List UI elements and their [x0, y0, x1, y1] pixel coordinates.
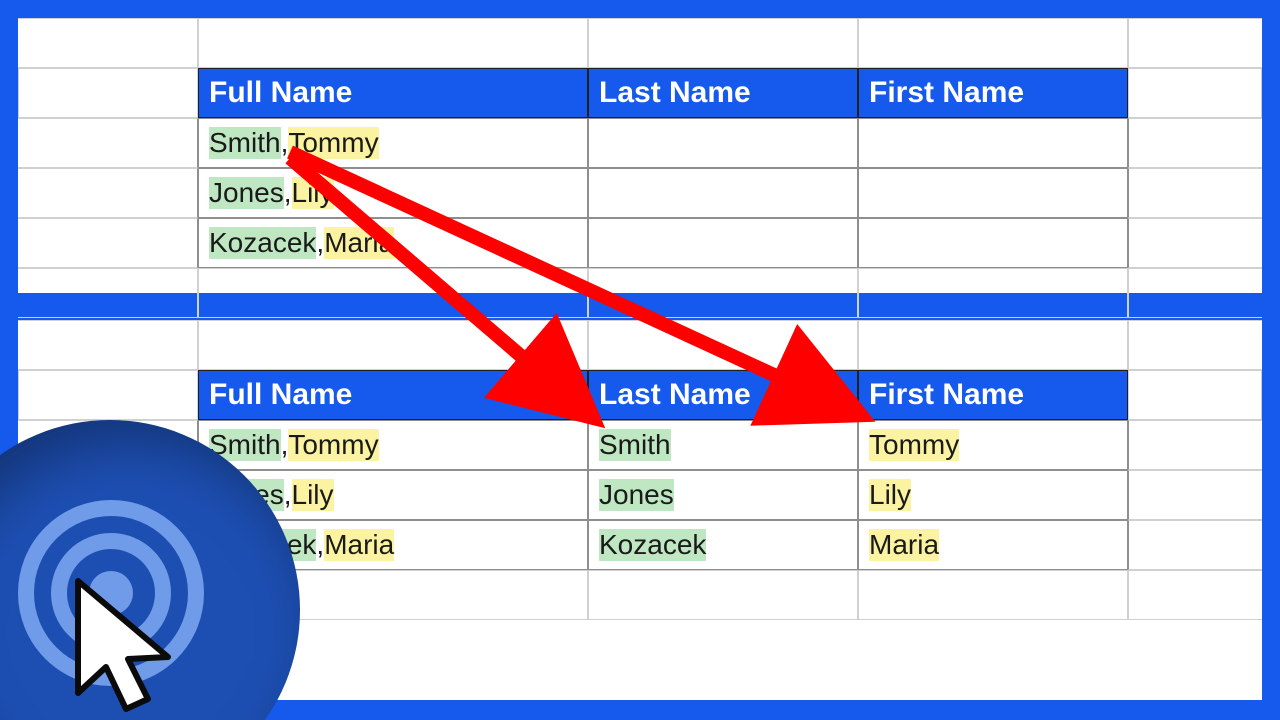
gutter-cell — [18, 268, 198, 318]
gutter-cell — [1128, 68, 1262, 118]
last-name-cell[interactable]: Kozacek — [588, 520, 858, 570]
last-name-highlight: Smith — [209, 127, 281, 159]
gutter-cell — [18, 68, 198, 118]
separator: , — [284, 177, 292, 209]
first-name-highlight: Maria — [324, 529, 394, 561]
header-first-name[interactable]: First Name — [858, 68, 1128, 118]
last-name-highlight: Kozacek — [209, 227, 316, 259]
header-last-name[interactable]: Last Name — [588, 68, 858, 118]
gutter-cell — [1128, 18, 1262, 68]
top-spreadsheet: Full Name Last Name First Name Smith, To… — [18, 18, 1262, 293]
empty-cell — [198, 268, 588, 318]
gutter-cell — [18, 320, 198, 370]
gutter-cell — [1128, 520, 1262, 570]
last-name-cell[interactable] — [588, 168, 858, 218]
empty-cell — [858, 570, 1128, 620]
header-first-name[interactable]: First Name — [858, 370, 1128, 420]
first-name-highlight: Maria — [869, 529, 939, 561]
last-name-cell[interactable]: Smith — [588, 420, 858, 470]
empty-cell — [198, 320, 588, 370]
empty-cell — [588, 18, 858, 68]
last-name-cell[interactable] — [588, 118, 858, 168]
empty-cell — [858, 18, 1128, 68]
gutter-cell — [18, 118, 198, 168]
empty-cell — [858, 268, 1128, 318]
first-name-highlight: Maria — [324, 227, 394, 259]
full-name-cell[interactable]: Kozacek, Maria — [198, 218, 588, 268]
gutter-cell — [18, 370, 198, 420]
spacer-row — [18, 18, 1262, 68]
full-name-cell[interactable]: Jones, Lily — [198, 168, 588, 218]
header-row: Full Name Last Name First Name — [18, 68, 1262, 118]
spacer-row — [18, 320, 1262, 370]
separator: , — [316, 529, 324, 561]
empty-cell — [588, 570, 858, 620]
data-row: Jones, Lily — [18, 168, 1262, 218]
first-name-cell[interactable]: Lily — [858, 470, 1128, 520]
header-full-name[interactable]: Full Name — [198, 68, 588, 118]
gutter-cell — [1128, 470, 1262, 520]
gutter-cell — [1128, 218, 1262, 268]
separator: , — [316, 227, 324, 259]
last-name-cell[interactable] — [588, 218, 858, 268]
empty-cell — [588, 320, 858, 370]
empty-cell — [588, 268, 858, 318]
separator: , — [281, 127, 289, 159]
last-name-highlight: Kozacek — [599, 529, 706, 561]
gutter-cell — [1128, 420, 1262, 470]
first-name-cell[interactable] — [858, 118, 1128, 168]
gutter-cell — [1128, 370, 1262, 420]
channel-logo — [0, 420, 300, 720]
tutorial-frame: Full Name Last Name First Name Smith, To… — [0, 0, 1280, 720]
first-name-cell[interactable] — [858, 218, 1128, 268]
gutter-cell — [1128, 570, 1262, 620]
gutter-cell — [18, 218, 198, 268]
empty-cell — [198, 18, 588, 68]
data-row: Smith, Tommy — [18, 118, 1262, 168]
spacer-row — [18, 268, 1262, 318]
first-name-highlight: Lily — [292, 177, 334, 209]
cursor-icon — [70, 575, 200, 720]
first-name-cell[interactable]: Maria — [858, 520, 1128, 570]
gutter-cell — [1128, 320, 1262, 370]
gutter-cell — [1128, 168, 1262, 218]
top-panel: Full Name Last Name First Name Smith, To… — [18, 18, 1262, 293]
first-name-highlight: Lily — [869, 479, 911, 511]
first-name-cell[interactable] — [858, 168, 1128, 218]
first-name-highlight: Tommy — [869, 429, 959, 461]
first-name-highlight: Tommy — [288, 127, 378, 159]
empty-cell — [858, 320, 1128, 370]
gutter-cell — [1128, 268, 1262, 318]
last-name-highlight: Jones — [599, 479, 674, 511]
gutter-cell — [18, 18, 198, 68]
gutter-cell — [1128, 118, 1262, 168]
data-row: Kozacek, Maria — [18, 218, 1262, 268]
gutter-cell — [18, 168, 198, 218]
header-row: Full Name Last Name First Name — [18, 370, 1262, 420]
last-name-highlight: Jones — [209, 177, 284, 209]
full-name-cell[interactable]: Smith, Tommy — [198, 118, 588, 168]
last-name-highlight: Smith — [599, 429, 671, 461]
last-name-cell[interactable]: Jones — [588, 470, 858, 520]
first-name-cell[interactable]: Tommy — [858, 420, 1128, 470]
header-last-name[interactable]: Last Name — [588, 370, 858, 420]
first-name-highlight: Tommy — [288, 429, 378, 461]
header-full-name[interactable]: Full Name — [198, 370, 588, 420]
